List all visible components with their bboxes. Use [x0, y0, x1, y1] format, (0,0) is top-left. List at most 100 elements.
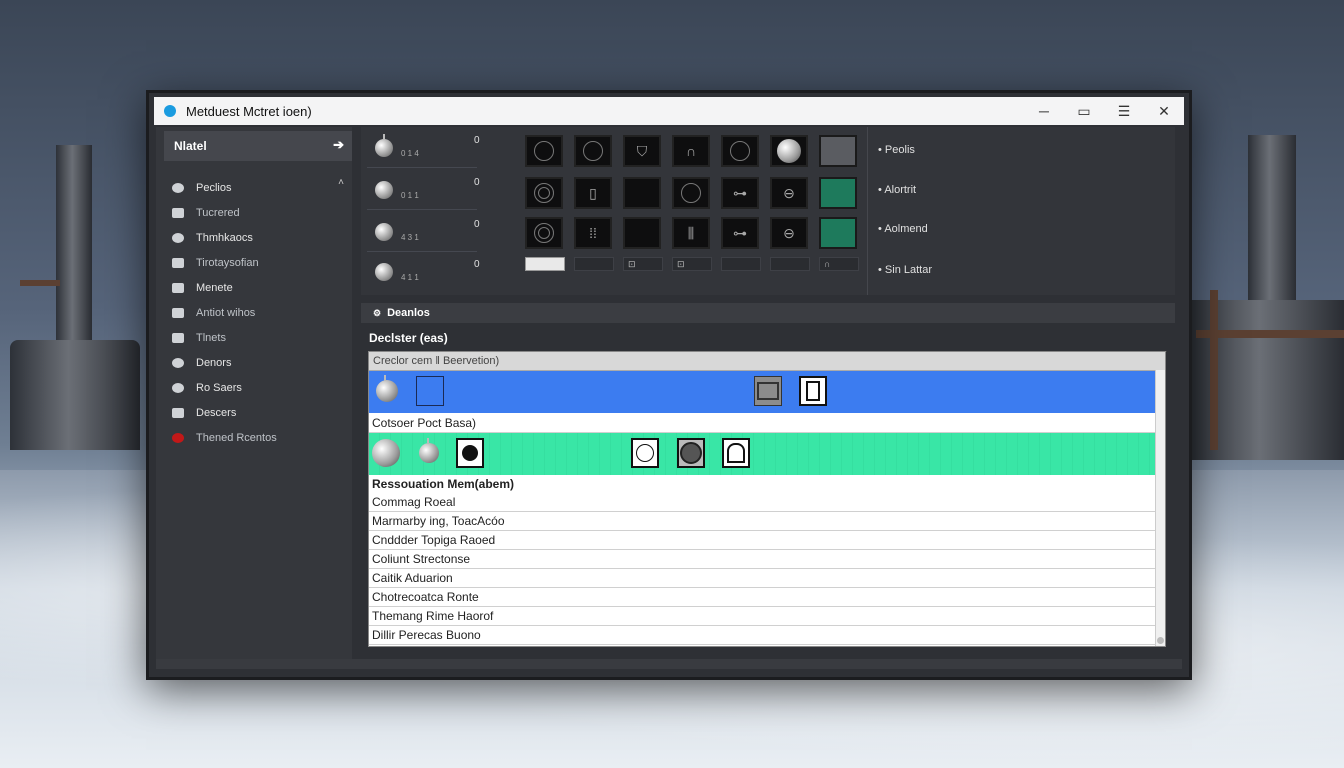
sidebar-item-descers[interactable]: Descers	[168, 400, 352, 425]
headphones-icon: ∩	[685, 143, 697, 159]
selected-row-blue[interactable]	[369, 371, 1165, 413]
pad-cell[interactable]	[574, 135, 612, 167]
sidebar-item-thened-rcentos[interactable]: Thened Rcentos	[168, 425, 352, 450]
sphere-icon	[372, 438, 400, 468]
image-icon	[172, 207, 184, 218]
right-option[interactable]: • Aolmend	[878, 223, 928, 235]
grid-icon	[172, 407, 184, 418]
slot-field[interactable]	[721, 257, 761, 271]
pad-cell[interactable]	[623, 177, 661, 209]
details-table: Creclor cem ‖ Beervetion) Cotsoer Poct B…	[368, 351, 1166, 647]
table-row[interactable]: Marmarby ing, ToacAcóo	[369, 512, 1165, 531]
pad-cell[interactable]	[819, 217, 857, 249]
table-row[interactable]: Chotrecoatca Ronte	[369, 588, 1165, 607]
target-icon	[631, 438, 659, 468]
table-row[interactable]: Caitik Aduarion	[369, 569, 1165, 588]
sidebar-header[interactable]: Nlatel ➔	[164, 131, 352, 161]
sidebar-item-antiot-wihos[interactable]: Antiot wihos	[168, 300, 352, 325]
window-title: Metduest Mctret ioen)	[186, 103, 312, 119]
pad-cell[interactable]	[770, 135, 808, 167]
pad-cell[interactable]	[623, 217, 661, 249]
sidebar-item-tucrered[interactable]: Tucrered	[168, 200, 352, 225]
pad-cell[interactable]: ⁞⁞	[574, 217, 612, 249]
image-icon	[172, 332, 184, 343]
sidebar-item-denors[interactable]: Denors	[168, 350, 352, 375]
planet-icon: ⊖	[783, 224, 795, 241]
record-icon	[456, 438, 484, 468]
pad-cell[interactable]: ⊶	[721, 177, 759, 209]
sidebar-item-ro-saers[interactable]: Ro Saers	[168, 375, 352, 400]
table-row[interactable]: Cotsoer Poct Basa)	[369, 413, 1165, 433]
scroll-thumb[interactable]	[1157, 637, 1164, 644]
slot-field[interactable]	[525, 257, 565, 271]
pad-cell[interactable]	[525, 217, 563, 249]
globe-icon	[172, 232, 184, 243]
status-strip	[156, 659, 1182, 669]
record-icon	[172, 382, 184, 393]
right-option[interactable]: • Peolis	[878, 144, 915, 156]
table-row[interactable]: Cnddder Topiga Raoed	[369, 531, 1165, 550]
knob-sublabel: 0 1 1	[401, 191, 419, 200]
pad-cell[interactable]: ⫼	[672, 217, 710, 249]
details-header-label: Deanlos	[387, 307, 430, 319]
pad-cell[interactable]: ⊖	[770, 217, 808, 249]
sidebar: Nlatel ➔ Peclios ˄ Tucrered Thmhkaocs Ti…	[156, 127, 352, 667]
sidebar-item-menete[interactable]: Menete	[168, 275, 352, 300]
phone-icon	[799, 376, 827, 406]
table-row[interactable]: Coliunt Strectonse	[369, 550, 1165, 569]
maximize-button[interactable]: ▭	[1064, 97, 1104, 125]
image-icon	[172, 282, 184, 293]
right-options-list: • Peolis • Alortrit • Aolmend • Sin Latt…	[867, 127, 1168, 295]
pad-cell[interactable]	[819, 177, 857, 209]
menu-button[interactable]: ☰	[1104, 97, 1144, 125]
sidebar-item-thmhkaocs[interactable]: Thmhkaocs	[168, 225, 352, 250]
link-icon: ⊶	[733, 224, 747, 241]
knob-row: 0 1 4 0	[367, 129, 480, 168]
pad-cell[interactable]	[819, 135, 857, 167]
close-button[interactable]: ✕	[1144, 97, 1184, 125]
pad-cell[interactable]	[525, 135, 563, 167]
selected-row-green[interactable]	[369, 433, 1165, 475]
right-option[interactable]: • Alortrit	[878, 184, 916, 196]
table-row[interactable]: Commag Roeal	[369, 493, 1165, 512]
vertical-scrollbar[interactable]	[1155, 370, 1165, 646]
knob-icon[interactable]	[375, 181, 393, 199]
knob-row: 0 1 1 0	[367, 171, 480, 210]
table-row[interactable]: Themang Rime Haorof	[369, 607, 1165, 626]
sidebar-item-tlnets[interactable]: Tlnets	[168, 325, 352, 350]
sidebar-list: Peclios ˄ Tucrered Thmhkaocs Tirotaysofi…	[168, 175, 352, 450]
slot-field[interactable]: ⊡	[672, 257, 712, 271]
sidebar-header-label: Nlatel	[174, 139, 207, 153]
slot-field[interactable]	[574, 257, 614, 271]
circle-icon	[583, 141, 603, 161]
knob-value: 0	[474, 219, 480, 230]
title-bar: Metduest Mctret ioen) ─ ▭ ☰ ✕	[154, 97, 1184, 125]
knob-icon[interactable]	[375, 263, 393, 281]
pad-cell[interactable]: ▯	[574, 177, 612, 209]
slot-field[interactable]: ⊡	[623, 257, 663, 271]
planet-icon: ⊖	[783, 184, 795, 201]
details-header[interactable]: ⚙ Deanlos	[361, 303, 1175, 323]
right-option[interactable]: • Sin Lattar	[878, 264, 932, 276]
table-header[interactable]: Creclor cem ‖ Beervetion)	[369, 352, 1165, 371]
pad-cell[interactable]	[721, 135, 759, 167]
slot-field[interactable]	[770, 257, 810, 271]
pad-cell[interactable]	[525, 177, 563, 209]
slot-field[interactable]: ∩	[819, 257, 859, 271]
pad-cell[interactable]: ⊖	[770, 177, 808, 209]
sidebar-item-peclios[interactable]: Peclios ˄	[168, 175, 352, 200]
knob-icon[interactable]	[375, 134, 393, 157]
pad-cell[interactable]: ⊶	[721, 217, 759, 249]
pad-cell[interactable]: ⛉	[623, 135, 661, 167]
chevron-up-icon[interactable]: ˄	[338, 177, 344, 188]
minimize-button[interactable]: ─	[1024, 97, 1064, 125]
arrow-right-icon[interactable]: ➔	[333, 137, 344, 153]
sliders-icon: ⁞⁞	[589, 225, 597, 241]
knob-icon[interactable]	[375, 223, 393, 241]
table-row[interactable]: Dillir Perecas Buono	[369, 626, 1165, 645]
pad-cell[interactable]	[672, 177, 710, 209]
left-refinery-tank	[10, 340, 140, 450]
sidebar-item-tirotaysofian[interactable]: Tirotaysofian	[168, 250, 352, 275]
speaker-icon	[677, 438, 705, 468]
pad-cell[interactable]: ∩	[672, 135, 710, 167]
